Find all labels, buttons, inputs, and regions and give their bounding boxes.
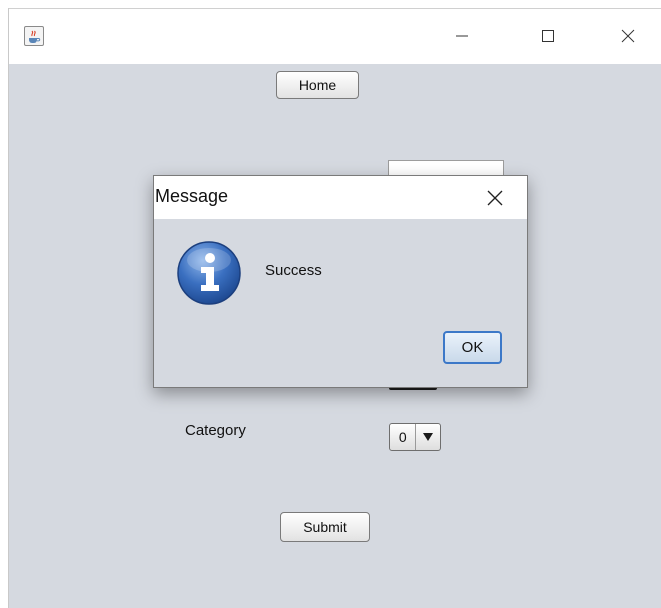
app-window: Home Category 0 Submit Message Success O… — [8, 8, 661, 608]
dropdown-arrow-icon[interactable] — [415, 424, 440, 450]
dialog-close-button[interactable] — [480, 185, 510, 211]
maximize-button[interactable] — [525, 21, 571, 51]
java-cup-icon — [24, 26, 44, 46]
category-combobox[interactable]: 0 — [389, 423, 441, 451]
message-dialog: Message Success OK — [153, 175, 528, 388]
information-icon — [176, 240, 242, 306]
close-icon — [621, 29, 635, 43]
minimize-icon — [456, 35, 468, 37]
category-value: 0 — [398, 429, 407, 445]
category-label: Category — [185, 422, 246, 439]
dialog-titlebar[interactable]: Message — [154, 176, 527, 219]
minimize-button[interactable] — [439, 21, 485, 51]
close-icon — [487, 190, 503, 206]
submit-button[interactable]: Submit — [280, 512, 370, 542]
window-titlebar[interactable] — [9, 8, 661, 64]
maximize-icon — [542, 30, 554, 42]
close-window-button[interactable] — [605, 21, 651, 51]
home-button[interactable]: Home — [276, 71, 359, 99]
dialog-title: Message — [155, 186, 229, 206]
dialog-message: Success — [265, 262, 322, 279]
ok-button[interactable]: OK — [443, 331, 502, 364]
